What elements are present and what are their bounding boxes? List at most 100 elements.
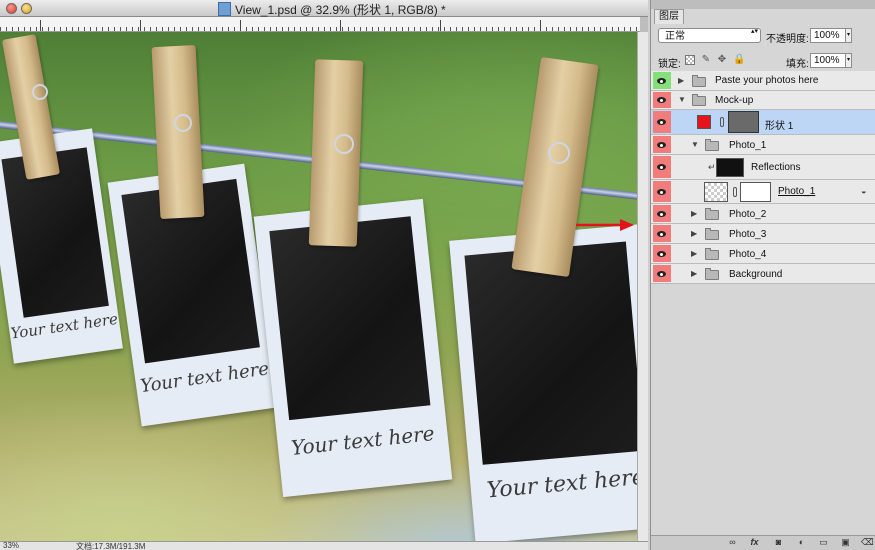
clipping-mask-icon: ↵ — [708, 162, 716, 172]
layer-row[interactable]: ▶ Photo_3 — [651, 224, 875, 244]
photo-image-area — [464, 241, 637, 465]
layer-row[interactable]: ▶ Photo_4 — [651, 244, 875, 264]
vector-mask-thumbnail[interactable] — [728, 111, 759, 133]
layer-name: Photo_4 — [729, 249, 767, 260]
clothespin-spring — [174, 114, 192, 132]
fx-icon[interactable]: fx — [749, 538, 760, 547]
zoom-level[interactable]: 33% — [3, 542, 19, 550]
visibility-eye-icon[interactable] — [653, 245, 671, 262]
layer-name: Photo_2 — [729, 209, 767, 220]
panel-header-bar[interactable] — [651, 0, 875, 9]
clothespin-3 — [308, 59, 364, 247]
lock-all-icon[interactable]: 🔒 — [733, 55, 745, 65]
lock-position-move-icon[interactable]: ✥ — [717, 55, 727, 65]
add-mask-icon[interactable]: ◙ — [773, 538, 784, 547]
layer-name: Mock-up — [715, 95, 754, 106]
photo-image-area — [269, 216, 431, 421]
tab-layers[interactable]: 图层 — [654, 9, 684, 24]
new-layer-icon[interactable]: ▣ — [840, 538, 851, 547]
link-chain-icon[interactable] — [733, 187, 737, 197]
visibility-eye-icon[interactable] — [653, 205, 671, 222]
clothespin-spring — [548, 142, 570, 164]
opacity-input[interactable]: 100% — [810, 28, 846, 43]
ruler-tick — [40, 20, 41, 31]
layer-style-icon[interactable]: ◒ — [861, 186, 866, 196]
folder-icon — [705, 228, 719, 240]
layer-name: 形状 1 — [765, 121, 794, 132]
visibility-eye-icon[interactable] — [653, 225, 671, 242]
visibility-eye-icon[interactable] — [653, 181, 671, 202]
visibility-eye-icon[interactable] — [653, 72, 671, 89]
layer-name: Photo_1 — [778, 186, 816, 197]
expand-triangle-icon[interactable]: ▶ — [691, 249, 697, 258]
blend-mode-select[interactable]: 正常 — [658, 28, 761, 43]
layer-row[interactable]: ▼ Photo_1 — [651, 135, 875, 155]
visibility-eye-icon[interactable] — [653, 92, 671, 108]
lock-transparency-icon[interactable] — [685, 55, 695, 65]
status-bar: 33% 文档:17.3M/191.3M — [0, 541, 648, 550]
layer-name: Background — [729, 269, 783, 280]
link-chain-icon[interactable] — [720, 117, 724, 127]
close-window-button[interactable] — [6, 3, 17, 14]
layer-name: Photo_3 — [729, 229, 767, 240]
folder-icon — [705, 268, 719, 280]
expand-triangle-icon[interactable]: ▶ — [691, 269, 697, 278]
visibility-eye-icon[interactable] — [653, 156, 671, 178]
layer-name: Photo_1 — [729, 140, 767, 151]
folder-icon — [692, 75, 706, 87]
layer-row[interactable]: ↵ Reflections — [651, 155, 875, 180]
shape-color-swatch[interactable] — [697, 115, 711, 129]
expand-triangle-icon[interactable]: ▶ — [691, 229, 697, 238]
collapse-triangle-icon[interactable]: ▼ — [678, 95, 686, 104]
lock-image-brush-icon[interactable]: ✎ — [701, 55, 711, 65]
folder-icon — [705, 248, 719, 260]
clothespin-spring — [334, 134, 354, 154]
ruler-tick — [340, 20, 341, 31]
clothespin-spring — [32, 84, 48, 100]
ruler-tick — [240, 20, 241, 31]
smart-object-thumbnail[interactable] — [704, 182, 728, 202]
document-window: View_1.psd @ 32.9% (形状 1, RGB/8) * Your … — [0, 0, 648, 550]
visibility-eye-icon[interactable] — [653, 136, 671, 153]
collapse-triangle-icon[interactable]: ▼ — [691, 140, 699, 149]
document-title-text: View_1.psd @ 32.9% (形状 1, RGB/8) * — [235, 3, 446, 17]
adjustment-layer-icon[interactable]: ◐ — [796, 538, 807, 547]
layer-row[interactable]: ▼ Mock-up — [651, 91, 875, 110]
document-size[interactable]: 文档:17.3M/191.3M — [76, 542, 145, 550]
opacity-label: 不透明度: — [766, 34, 809, 45]
image-canvas[interactable]: Your text here Your text here Your text … — [0, 32, 637, 541]
minimize-window-button[interactable] — [21, 3, 32, 14]
layers-panel-footer: ∞ fx ◙ ◐ ▭ ▣ ⌫ — [651, 535, 875, 550]
vertical-scrollbar[interactable] — [637, 32, 648, 541]
expand-triangle-icon[interactable]: ▶ — [678, 76, 684, 85]
layers-panel: 图层 正常 不透明度: 100% ▾ 锁定: ✎ ✥ 🔒 填充: 100% ▾ … — [650, 0, 875, 550]
folder-icon — [692, 94, 706, 106]
new-group-icon[interactable]: ▭ — [818, 538, 829, 547]
photo-caption: Your text here — [485, 464, 637, 504]
visibility-eye-icon[interactable] — [653, 111, 671, 133]
lock-label: 锁定: — [658, 59, 681, 70]
opacity-dropdown-button[interactable]: ▾ — [845, 28, 852, 43]
layer-thumbnail[interactable] — [716, 158, 744, 177]
ruler-tick — [140, 20, 141, 31]
expand-triangle-icon[interactable]: ▶ — [691, 209, 697, 218]
annotation-arrow-icon — [576, 219, 634, 231]
link-layers-icon[interactable]: ∞ — [727, 538, 738, 547]
folder-icon — [705, 208, 719, 220]
visibility-eye-icon[interactable] — [653, 265, 671, 282]
document-title: View_1.psd @ 32.9% (形状 1, RGB/8) * — [218, 1, 446, 18]
trash-icon[interactable]: ⌫ — [861, 538, 874, 547]
fill-input[interactable]: 100% — [810, 53, 846, 68]
layer-mask-thumbnail[interactable] — [740, 182, 771, 202]
fill-dropdown-button[interactable]: ▾ — [845, 53, 852, 68]
layer-row[interactable]: ▶ Photo_2 — [651, 204, 875, 224]
layer-row[interactable]: Photo_1 ◒ — [651, 180, 875, 204]
layer-row[interactable]: ▶ Background — [651, 264, 875, 284]
layer-row-selected[interactable]: 形状 1 — [651, 110, 875, 135]
horizontal-ruler[interactable] — [0, 17, 640, 32]
title-bar[interactable]: View_1.psd @ 32.9% (形状 1, RGB/8) * — [0, 0, 648, 17]
photo-caption: Your text here — [289, 421, 436, 460]
ruler-tick — [540, 20, 541, 31]
layer-row[interactable]: ▶ Paste your photos here — [651, 71, 875, 91]
fill-label: 填充: — [786, 59, 809, 70]
